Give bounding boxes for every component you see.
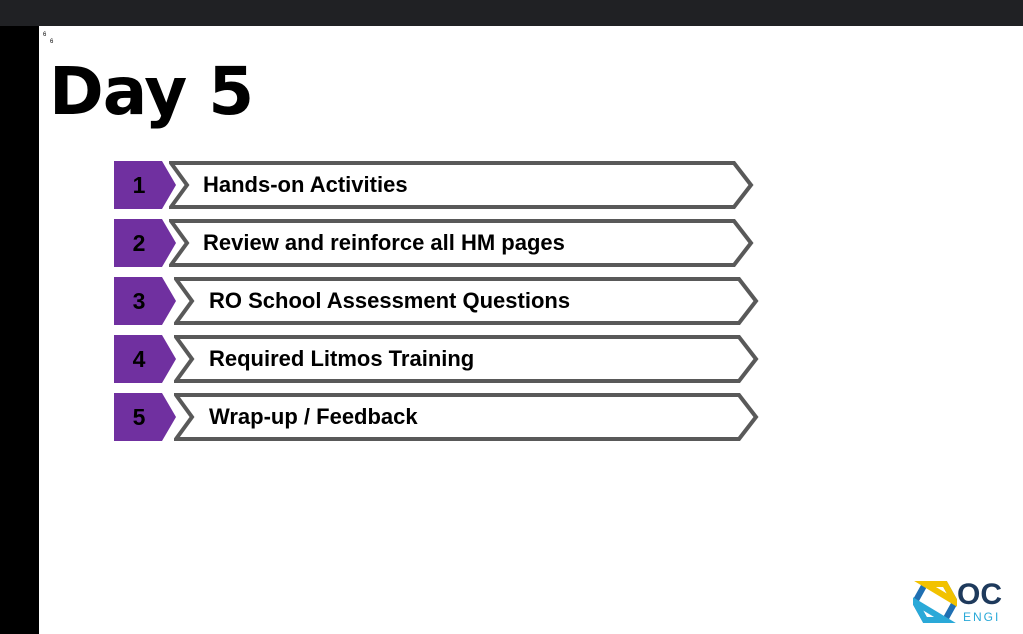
slide-marker-top: 6: [43, 32, 47, 38]
logo-text-main: OC: [957, 578, 1002, 611]
agenda-item-2: 2 Review and reinforce all HM pages: [114, 219, 754, 267]
agenda-label: Hands-on Activities: [203, 172, 408, 197]
agenda-number: 2: [132, 229, 146, 256]
agenda-label: Wrap-up / Feedback: [209, 404, 418, 429]
company-logo: OC ENGI: [913, 576, 1023, 628]
agenda-label: Required Litmos Training: [209, 346, 475, 371]
agenda-item-3: 3 RO School Assessment Questions: [114, 277, 760, 325]
slide-title: Day 5: [49, 53, 254, 130]
left-panel: [0, 26, 39, 634]
agenda-item-1: 1 Hands-on Activities: [114, 161, 754, 209]
hexagon-logo-icon: [913, 581, 957, 623]
agenda-number: 5: [132, 403, 146, 430]
slide-marker-bottom: 6: [50, 39, 54, 45]
agenda-item-4: 4 Required Litmos Training: [114, 335, 760, 383]
agenda-number: 3: [132, 287, 146, 314]
agenda-label: RO School Assessment Questions: [209, 288, 571, 313]
window-title-bar: [0, 0, 1023, 26]
logo-text-sub: ENGI: [963, 610, 1001, 624]
agenda-number: 1: [132, 171, 146, 198]
agenda-label: Review and reinforce all HM pages: [203, 230, 565, 255]
agenda-number: 4: [132, 345, 146, 372]
slide-canvas: 6 6 Day 5 1 Hands-on Activities 2 Review…: [39, 26, 1023, 634]
agenda-item-5: 5 Wrap-up / Feedback: [114, 393, 760, 441]
